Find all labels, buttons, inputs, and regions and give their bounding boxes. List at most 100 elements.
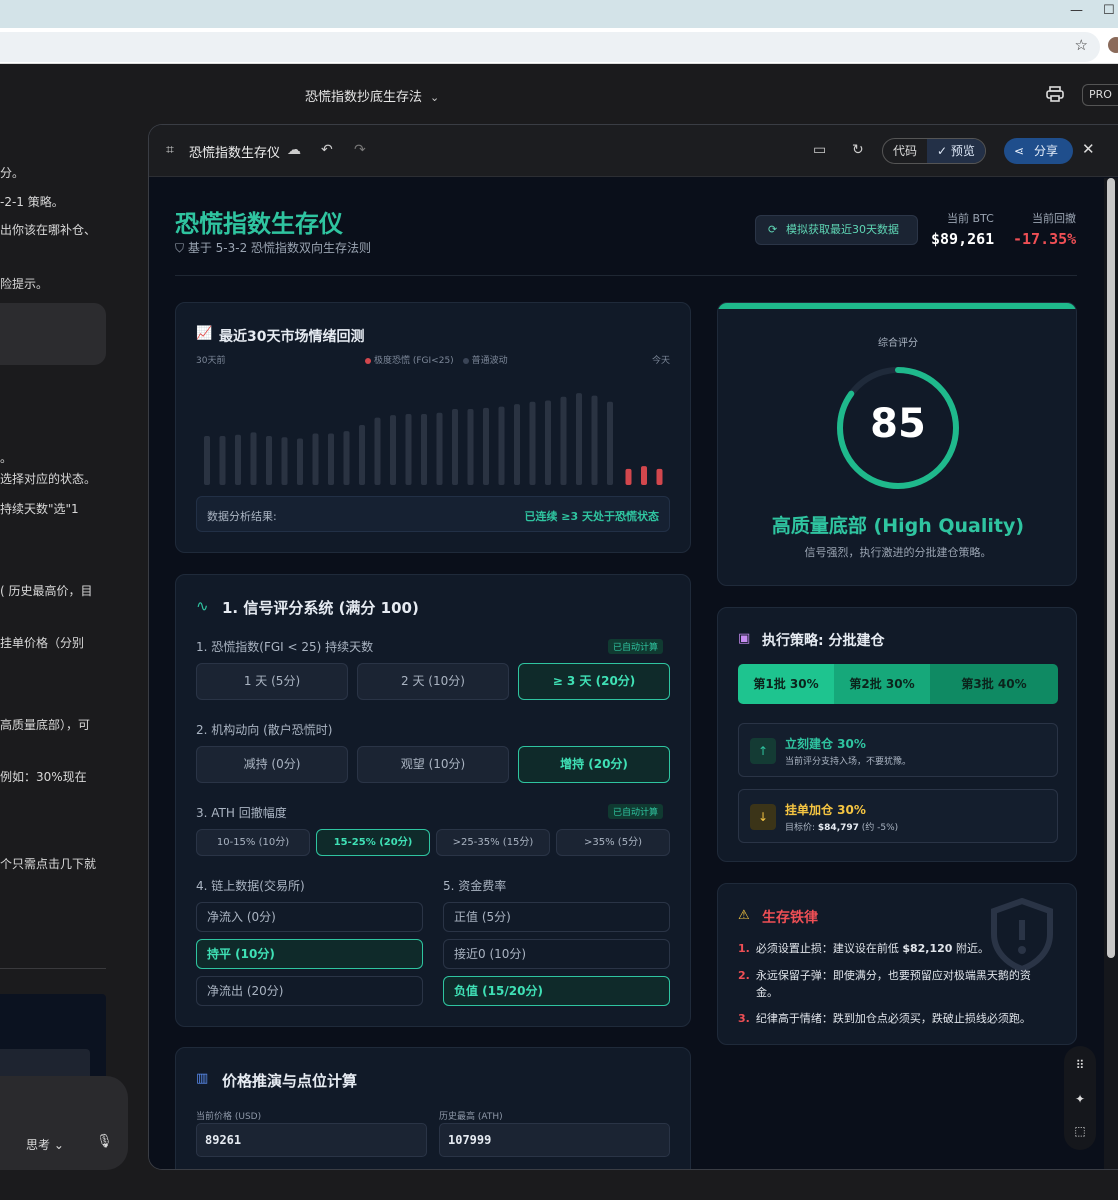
q4-option-1[interactable]: 净流入 (0分) [196, 902, 423, 932]
normal-bar [374, 417, 381, 485]
chat-composer[interactable]: 思考 ⌄ 🎙 [0, 1076, 128, 1170]
q5-label: 5. 资金费率 [443, 879, 507, 893]
doc-title-dropdown[interactable]: 恐慌指数抄底生存法 ⌄ [305, 86, 439, 105]
rule-number: 2. [738, 969, 750, 982]
artifact-panel: ⌗ 恐慌指数生存仪 ☁ ↶ ↷ ▭ ↻ 代码 ✓ 预览 ⋖ 分享 ✕ 恐慌指数生存… [148, 124, 1118, 1170]
score-accent-bar [718, 303, 1076, 309]
rule-text: 纪律高于情绪：跌到加仓点必须买，跌破止损线必须跑。 [755, 1012, 1031, 1025]
select-icon[interactable]: ⬚ [1064, 1124, 1096, 1138]
sim-button-label: 模拟获取最近30天数据 [786, 223, 899, 236]
chat-text: ( 历史最高价，目 [0, 584, 93, 598]
close-icon[interactable]: ✕ [1082, 140, 1095, 158]
q4-option-2[interactable]: 持平 (10分) [196, 939, 423, 969]
wallet-icon: ▣ [738, 631, 751, 646]
star-icon[interactable]: ☆ [1075, 36, 1088, 54]
analysis-label: 数据分析结果: [207, 510, 277, 523]
normal-bar [266, 436, 272, 485]
scoring-title: 1. 信号评分系统 (满分 100) [222, 599, 419, 617]
chart-right-label: 今天 [651, 356, 670, 366]
chat-text: 。 [0, 451, 13, 465]
score-card: 综合评分 85 高质量底部 (High Quality) 信号强烈，执行激进的分… [717, 302, 1077, 586]
panel-toolbar: ⌗ 恐慌指数生存仪 ☁ ↶ ↷ ▭ ↻ 代码 ✓ 预览 ⋖ 分享 ✕ [149, 125, 1118, 177]
chat-text: 选择对应的状态。 [0, 472, 97, 486]
think-label: 思考 [26, 1138, 51, 1152]
fear-bar [656, 468, 663, 485]
q2-option-1[interactable]: 减持 (0分) [196, 746, 348, 783]
q1-option-2[interactable]: 2 天 (10分) [357, 663, 509, 700]
q2-option-3[interactable]: 增持 (20分) [518, 746, 670, 783]
step2-title: 挂单加仓 30% [785, 803, 866, 817]
rule-item: 1. 必须设置止损：建议设在前低 $82,120 附近。 [738, 940, 1038, 957]
maximize-button[interactable]: ☐ [1103, 3, 1115, 18]
strategy-title: 执行策略: 分批建仓 [762, 633, 885, 649]
scroll-thumb[interactable] [1107, 178, 1115, 958]
simulate-data-button[interactable]: ⟳ 模拟获取最近30天数据 [755, 215, 918, 245]
q1-option-3[interactable]: ≥ 3 天 (20分) [518, 663, 670, 700]
scrollbar[interactable] [1104, 178, 1118, 1169]
q5-option-2[interactable]: 接近0 (10分) [443, 939, 670, 969]
terminal-icon[interactable]: ▭ [813, 142, 826, 158]
current-price-input[interactable]: 89261 [196, 1123, 427, 1157]
step1-desc: 当前评分支持入场，不要犹豫。 [785, 757, 912, 767]
q2-option-2[interactable]: 观望 (10分) [357, 746, 509, 783]
chat-text: 个只需点击几下就 [0, 857, 97, 871]
q5-option-3[interactable]: 负值 (15/20分) [443, 976, 670, 1006]
batch-2: 第2批 30% [834, 664, 930, 704]
step2-desc: 目标价: $84,797 (约 -5%) [785, 820, 898, 833]
grip-icon[interactable]: ⠿ [1064, 1058, 1096, 1072]
ath-input[interactable]: 107999 [439, 1123, 670, 1157]
normal-bar [467, 409, 474, 485]
target-label: 目标价: [785, 823, 818, 833]
q5-option-1[interactable]: 正值 (5分) [443, 902, 670, 932]
rule-number: 3. [738, 1012, 750, 1025]
q3-option-3[interactable]: >25-35% (15分) [436, 829, 550, 856]
warning-icon: ⚠ [738, 908, 750, 923]
q3-option-4[interactable]: >35% (5分) [556, 829, 670, 856]
tab-preview[interactable]: ✓ 预览 [927, 139, 985, 163]
q2-label: 2. 机构动向 (散户恐慌时) [196, 723, 333, 737]
arrow-up-icon: ↑ [750, 738, 776, 764]
app-content: 恐慌指数生存仪 ⛉ 基于 5-3-2 恐慌指数双向生存法则 ⟳ 模拟获取最近30天… [149, 178, 1104, 1169]
artifact-thumbnail[interactable] [0, 994, 106, 1084]
current-price-label: 当前价格 (USD) [196, 1112, 262, 1122]
print-icon[interactable] [1046, 86, 1064, 102]
normal-bar [405, 413, 412, 485]
refresh-icon[interactable]: ↻ [852, 142, 864, 158]
pro-badge[interactable]: PRO [1082, 84, 1118, 106]
undo-icon[interactable]: ↶ [321, 142, 333, 158]
avatar[interactable] [1108, 37, 1118, 53]
share-button[interactable]: ⋖ 分享 [1004, 138, 1073, 164]
redo-icon[interactable]: ↷ [354, 142, 366, 158]
target-suffix: (约 -5%) [858, 823, 899, 833]
q3-option-2[interactable]: 15-25% (20分) [316, 829, 430, 856]
arrow-down-icon: ↓ [750, 804, 776, 830]
address-bar[interactable] [0, 32, 1100, 62]
think-mode-select[interactable]: 思考 ⌄ [26, 1136, 64, 1153]
strategy-card: ▣ 执行策略: 分批建仓 第1批 30% 第2批 30% 第3批 40% ↑ 立… [717, 607, 1077, 862]
refresh-icon: ⟳ [768, 223, 778, 236]
btc-label: 当前 BTC [947, 212, 994, 225]
q4-option-3[interactable]: 净流出 (20分) [196, 976, 423, 1006]
analysis-value: 已连续 ≥3 天处于恐慌状态 [524, 510, 659, 523]
cloud-icon[interactable]: ☁ [287, 142, 301, 158]
pulse-icon: ∿ [196, 597, 209, 615]
fear-bar [625, 468, 632, 485]
price-title: 价格推演与点位计算 [222, 1072, 358, 1090]
chart-left-label: 30天前 [196, 356, 226, 366]
q3-option-1[interactable]: 10-15% (10分) [196, 829, 310, 856]
batch-3: 第3批 40% [930, 664, 1058, 704]
preview-label: 预览 [950, 144, 975, 158]
sparkle-icon[interactable]: ✦ [1064, 1092, 1096, 1106]
step-buy-now: ↑ 立刻建仓 30% 当前评分支持入场，不要犹豫。 [738, 723, 1058, 777]
minimize-button[interactable]: — [1070, 3, 1083, 18]
mic-icon[interactable]: 🎙 [96, 1134, 113, 1149]
normal-bar [297, 438, 303, 485]
chat-column: 分。 -2-1 策略。 出你该在哪补仓、 险提示。 。 选择对应的状态。 持续天… [0, 124, 130, 1200]
drawdown-label: 当前回撤 [1032, 212, 1076, 225]
normal-bar [343, 431, 350, 485]
legend-normal: 普通波动 [471, 356, 508, 366]
tab-code[interactable]: 代码 [883, 139, 927, 163]
q1-option-1[interactable]: 1 天 (5分) [196, 663, 348, 700]
subtitle-text: 基于 5-3-2 恐慌指数双向生存法则 [187, 241, 372, 255]
legend-dot-fear [365, 357, 371, 364]
